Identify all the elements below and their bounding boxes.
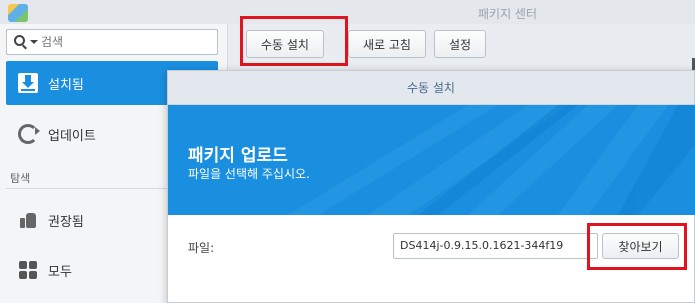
dialog-banner: 패키지 업로드 파일을 선택해 주십시오.	[168, 105, 695, 215]
search-icon[interactable]	[14, 35, 25, 46]
search-input[interactable]	[41, 33, 211, 51]
section-label-explore: 탐색	[10, 172, 31, 185]
file-path-field[interactable]: DS414j-0.9.15.0.1621-344f19	[393, 233, 598, 259]
grid-icon	[18, 260, 38, 280]
sidebar-item-label: 업데이트	[48, 128, 96, 144]
download-icon	[18, 73, 38, 93]
banner-subtitle: 파일을 선택해 주십시오.	[188, 167, 310, 181]
highlight-box-browse	[587, 223, 687, 270]
chevron-down-icon[interactable]	[30, 40, 38, 44]
thumbs-up-icon	[18, 210, 38, 230]
sidebar-item-label: 권장됨	[48, 214, 84, 230]
search-box[interactable]	[6, 29, 218, 55]
refresh-button[interactable]: 새로 고침	[347, 30, 426, 58]
sidebar-item-label: 설치됨	[48, 77, 84, 93]
sidebar-item-label: 모두	[48, 264, 72, 280]
file-label: 파일:	[188, 241, 215, 255]
highlight-box-manual-install	[240, 16, 348, 66]
refresh-icon	[18, 124, 40, 144]
dialog-title: 수동 설치	[168, 71, 694, 105]
settings-button[interactable]: 설정	[433, 30, 487, 58]
banner-title: 패키지 업로드	[188, 146, 288, 166]
